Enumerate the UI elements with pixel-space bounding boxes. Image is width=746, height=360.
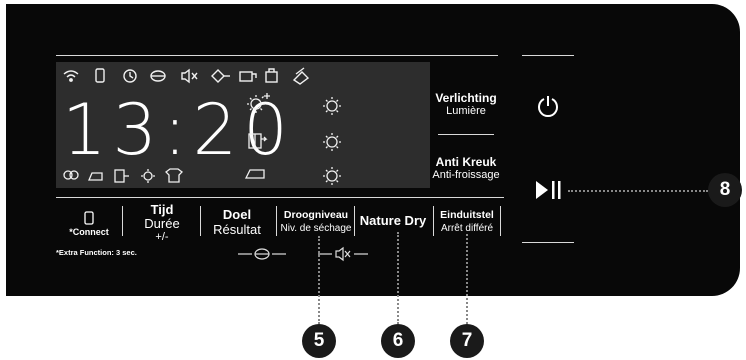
spin-icon — [254, 248, 270, 260]
mute-icon — [335, 246, 351, 262]
tijd-label: Tijd — [150, 202, 174, 217]
clock-icon — [123, 69, 137, 83]
anticrease-label-fr: Anti-froissage — [432, 169, 500, 181]
phone-icon — [95, 68, 105, 83]
lcd-top-icons — [63, 67, 310, 85]
duree-label: Durée — [144, 216, 180, 231]
side-divider-line — [438, 134, 494, 135]
callout-leader — [318, 236, 320, 324]
target-button[interactable]: Doel Résultat — [202, 204, 272, 240]
sun-icon — [323, 167, 341, 185]
button-divider — [500, 206, 501, 236]
callout-leader — [397, 232, 399, 324]
doel-label: Doel — [222, 207, 252, 222]
power-icon — [538, 96, 558, 118]
droogniveau-label: Droogniveau — [283, 209, 349, 221]
sun-plus-icon — [247, 93, 270, 113]
sun-icon — [141, 169, 155, 183]
lcd-bottom-icons — [63, 168, 183, 183]
side-bottom-line — [522, 242, 574, 243]
spin-icon — [150, 70, 166, 82]
sun-icon — [323, 133, 341, 151]
connect-label: *Connect — [69, 227, 109, 237]
anticrease-button[interactable]: Anti Kreuk Anti-froissage — [430, 148, 502, 188]
pump-icon — [211, 69, 230, 83]
iron-icon — [244, 169, 265, 179]
lighting-label-fr: Lumière — [446, 105, 486, 117]
phone-icon — [84, 211, 94, 225]
fabric-icon — [292, 67, 310, 85]
callout-leader — [466, 234, 468, 324]
time-button[interactable]: Tijd Durée +/- — [124, 201, 200, 245]
shirt-icon — [165, 168, 183, 183]
panel-top-line — [56, 55, 498, 56]
child-lock-icon — [265, 68, 278, 83]
power-button[interactable] — [530, 88, 566, 124]
side-top-line — [522, 55, 574, 56]
connect-button[interactable]: *Connect — [60, 205, 118, 243]
extra-function-symbols — [238, 246, 368, 262]
einduitstel-label: Einduitstel — [440, 209, 494, 221]
extra-function-note: *Extra Function: 3 sec. — [56, 248, 137, 257]
callout-7: 7 — [450, 324, 484, 358]
callout-8: 8 — [708, 173, 742, 207]
plusminus-label: +/- — [155, 231, 169, 243]
cotton-icon — [63, 170, 79, 180]
button-divider — [122, 206, 123, 236]
door-icon — [248, 133, 268, 149]
niv-sechage-label: Niv. de séchage — [280, 223, 352, 234]
nature-dry-label: Nature Dry — [359, 212, 427, 228]
wifi-icon — [63, 70, 79, 82]
cabinet-icon — [114, 169, 129, 183]
delay-icon — [239, 71, 257, 82]
play-pause-icon — [536, 181, 561, 199]
nature-dry-button[interactable]: Nature Dry — [355, 208, 431, 232]
start-pause-button[interactable] — [530, 172, 566, 208]
button-divider — [276, 206, 277, 236]
callout-6: 6 — [381, 324, 415, 358]
callout-leader — [568, 190, 708, 192]
button-divider — [200, 206, 201, 236]
anticrease-label-nl: Anti Kreuk — [435, 155, 497, 169]
sun-icon — [323, 97, 341, 115]
iron-icon — [88, 172, 103, 181]
dry-level-button[interactable]: Droogniveau Niv. de séchage — [278, 204, 354, 240]
panel-row-line — [56, 197, 504, 198]
resultat-label: Résultat — [213, 222, 261, 237]
lighting-label-nl: Verlichting — [435, 91, 497, 105]
mute-icon — [181, 68, 198, 84]
lighting-button[interactable]: Verlichting Lumière — [432, 84, 500, 124]
callout-5: 5 — [302, 324, 336, 358]
lcd-program-icons — [244, 93, 341, 185]
